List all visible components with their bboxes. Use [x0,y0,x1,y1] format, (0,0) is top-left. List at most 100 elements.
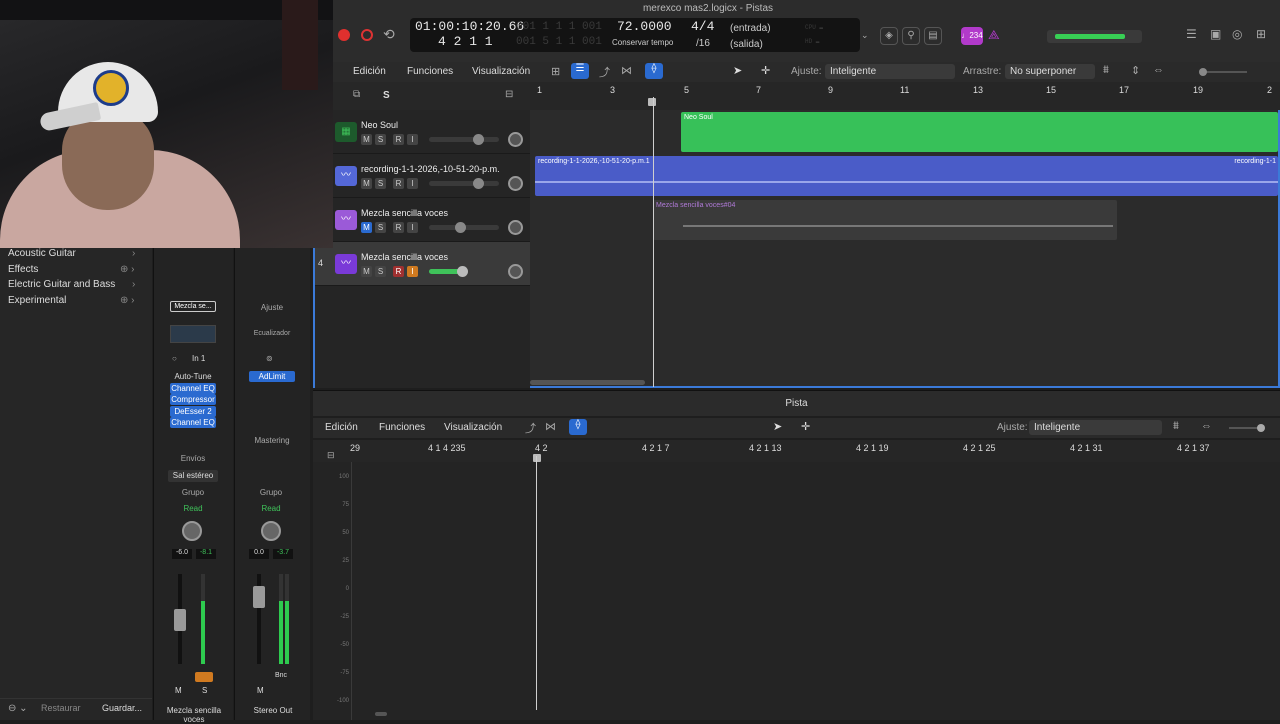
mute-button[interactable]: M [361,134,372,145]
tempo-value[interactable]: 72.0000 [617,19,672,34]
channel-name[interactable]: Stereo Out [237,706,309,715]
drag-dropdown[interactable]: No superponer [1005,64,1095,79]
count-in-button[interactable]: ♩234 [961,27,983,45]
loop-browser-icon[interactable]: ◎ [1232,27,1242,41]
plugin-slot[interactable]: Auto-Tune [170,371,216,382]
volume-fader[interactable] [174,609,186,631]
input-monitor-button[interactable]: I [407,222,418,233]
library-item[interactable]: Effects [8,264,38,275]
automation-mode[interactable]: Read [251,504,291,513]
volume-slider-knob[interactable] [473,178,484,189]
plugin-slot[interactable]: Channel EQ [170,383,216,394]
notes-icon[interactable]: ▣ [1210,27,1221,41]
volume-slider[interactable] [429,137,499,142]
record-button[interactable] [338,29,350,41]
volume-slider[interactable] [429,181,499,186]
master-volume-meter[interactable] [1047,30,1142,43]
library-item[interactable]: Experimental [8,295,66,306]
record-enable-button[interactable]: R [393,266,404,277]
library-item[interactable]: Acoustic Guitar [8,248,76,259]
setting-button[interactable]: Mezcla se... [170,301,216,312]
catch-icon[interactable]: ⟠ [645,63,663,79]
browser-icon[interactable]: ⊞ [1256,27,1266,41]
horizontal-zoom-icon[interactable]: ⇔ [1153,64,1164,76]
output-slot[interactable]: Sal estéreo [168,470,218,482]
download-icon[interactable]: ⊕ › [120,295,135,306]
pointer-tool-icon[interactable]: ➤ [773,420,782,433]
horizontal-zoom-icon[interactable]: ⇔ [1201,420,1212,432]
channel-name[interactable]: Mezcla sencilla voces [156,706,232,724]
plugin-slot[interactable]: AdLimit [249,371,295,382]
editor-view-menu[interactable]: Visualización [444,422,502,433]
plugin-slot[interactable]: DeEsser 2 [170,406,216,417]
editor-zoom-knob[interactable] [1257,424,1265,432]
plugin-slot[interactable]: Compressor [170,394,216,405]
group-slot[interactable]: Grupo [251,488,291,497]
mute-button[interactable]: M [175,686,182,695]
waveform-zoom-icon[interactable]: ⩩ [1173,420,1179,433]
save-button[interactable]: Guardar... [102,703,142,713]
volume-fader[interactable] [253,586,265,608]
pan-knob[interactable] [508,220,523,235]
edit-menu[interactable]: Edición [353,66,386,77]
region-neo-soul[interactable]: Neo Soul [681,112,1278,152]
solo-button[interactable]: S [375,266,386,277]
mute-button[interactable]: M [361,222,372,233]
region-voces[interactable]: Mezcla sencilla voces#04 [653,200,1117,240]
region-recording[interactable]: recording-1-1-2026,-10-51-20-p.m.1 recor… [535,156,1278,196]
editor-ruler[interactable]: ⊟ 29 4 1 4 235 4 2 4 2 1 7 4 2 1 13 4 2 … [313,440,1280,462]
input-slot[interactable]: In 1 [192,354,205,363]
editor-scrollbar[interactable] [375,712,387,716]
solo-button[interactable]: S [375,222,386,233]
catch-icon[interactable]: ⟠ [569,419,587,435]
track-name[interactable]: Mezcla sencilla voces [361,252,448,262]
replace-record-button[interactable] [361,29,373,41]
cycle-icon[interactable]: ⟲ [383,26,395,43]
zoom-slider[interactable] [1203,71,1247,73]
horizontal-scrollbar[interactable] [530,380,645,385]
download-icon[interactable]: ⊕ › [120,264,135,275]
volume-slider-knob[interactable] [473,134,484,145]
view-menu[interactable]: Visualización [472,66,530,77]
editor-catch-icon[interactable]: ⊟ [327,450,335,461]
bar-ruler[interactable]: 1 3 5 7 9 11 13 15 17 19 2 [530,82,1280,110]
waveform-zoom-icon[interactable]: ⩩ [1103,64,1109,77]
grid-view-icon[interactable]: ⊞ [551,65,560,78]
mute-button[interactable]: M [257,686,264,695]
automation-icon[interactable]: ⤴ [599,64,610,80]
pan-knob[interactable] [508,132,523,147]
eq-thumbnail[interactable]: Ecualizador [247,330,297,337]
track-header-selected[interactable]: 4 〰 Mezcla sencilla voces M S R I [315,242,532,286]
global-solo-button[interactable]: S [383,90,390,101]
track-name[interactable]: recording-1-1-2026,-10-51-20-p.m. [361,164,500,174]
pan-knob[interactable] [261,521,281,541]
mastering-slot[interactable]: Mastering [247,436,297,445]
track-name[interactable]: Neo Soul [361,120,398,130]
restore-button[interactable]: Restaurar [41,703,81,713]
smart-controls-icon[interactable]: ◈ [880,27,898,45]
arrange-area[interactable]: Neo Soul recording-1-1-2026,-10-51-20-p.… [530,110,1280,388]
input-monitor-button[interactable] [195,672,213,682]
editor-functions-menu[interactable]: Funciones [379,422,425,433]
pencil-tool-icon[interactable]: ✛ [801,420,810,433]
metronome-icon[interactable]: ⟁ [988,27,1000,43]
solo-button[interactable]: S [375,178,386,189]
eq-thumbnail[interactable] [170,325,216,343]
automation-mode[interactable]: Read [174,504,212,513]
record-enable-button[interactable]: R [393,222,404,233]
link-icon[interactable]: ○ [172,354,177,363]
flex-icon[interactable]: ⋈ [545,420,556,433]
zoom-slider-knob[interactable] [1199,68,1207,76]
list-editors-icon[interactable]: ▤ [924,27,942,45]
track-header[interactable]: ▦ Neo Soul M S R I [315,110,532,154]
pencil-tool-icon[interactable]: ✛ [761,64,770,77]
lcd-chevron-down-icon[interactable]: ⌄ [861,30,869,41]
bounce-button[interactable]: Bnc [275,672,287,679]
flex-icon[interactable]: ⋈ [621,64,632,77]
vertical-zoom-icon[interactable]: ⇕ [1131,64,1140,77]
group-slot[interactable]: Grupo [174,488,212,497]
pan-knob[interactable] [508,176,523,191]
input-monitor-button[interactable]: I [407,178,418,189]
volume-slider-knob[interactable] [455,222,466,233]
lcd-display[interactable]: 01:00:10:20.66 4 2 1 1 001 1 1 1 001 001… [410,18,860,52]
